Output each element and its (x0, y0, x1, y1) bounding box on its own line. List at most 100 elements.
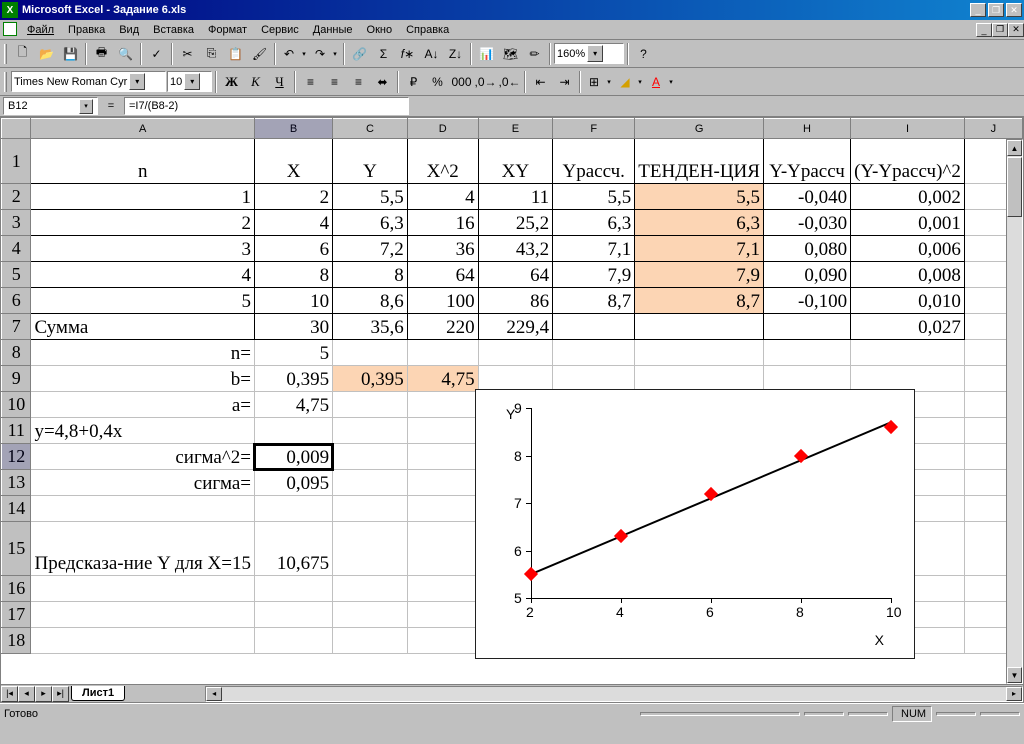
cell[interactable]: X^2 (407, 139, 478, 184)
cell[interactable] (333, 628, 408, 654)
embedded-chart[interactable]: Y X 24681056789 (475, 389, 915, 659)
paste-button[interactable]: 📋 (224, 43, 247, 65)
sort-desc-button[interactable]: Z↓ (444, 43, 467, 65)
cell[interactable]: y=4,8+0,4x (31, 418, 255, 444)
print-preview-button[interactable]: 🔍 (114, 43, 137, 65)
chart-wizard-button[interactable]: 📊 (475, 43, 498, 65)
cell[interactable]: 5,5 (635, 184, 764, 210)
cell[interactable]: X (254, 139, 332, 184)
row-header[interactable]: 2 (2, 184, 31, 210)
cell[interactable]: 7,2 (333, 236, 408, 262)
map-button[interactable]: 🗺 (499, 43, 522, 65)
redo-button[interactable]: ↷ (310, 43, 330, 65)
column-header[interactable]: C (333, 119, 408, 139)
cell[interactable] (407, 522, 478, 576)
underline-button[interactable]: Ч (268, 71, 291, 93)
cell[interactable]: 5,5 (553, 184, 635, 210)
toolbar-grip[interactable] (4, 72, 7, 92)
cell[interactable] (763, 340, 850, 366)
maximize-button[interactable]: ❐ (988, 3, 1004, 17)
cell[interactable]: 2 (31, 210, 255, 236)
cell[interactable] (407, 418, 478, 444)
decrease-indent-button[interactable]: ⇤ (529, 71, 552, 93)
tab-nav-prev[interactable]: ◂ (18, 686, 35, 702)
row-header[interactable]: 4 (2, 236, 31, 262)
cell[interactable]: 5,5 (333, 184, 408, 210)
row-header[interactable]: 16 (2, 576, 31, 602)
menu-help[interactable]: Справка (399, 22, 456, 38)
cell[interactable] (851, 340, 965, 366)
formula-equals[interactable]: = (101, 100, 121, 112)
cell[interactable]: сигма^2= (31, 444, 255, 470)
chevron-down-icon[interactable]: ▾ (129, 73, 145, 90)
increase-indent-button[interactable]: ⇥ (553, 71, 576, 93)
menu-window[interactable]: Окно (360, 22, 400, 38)
column-header[interactable]: D (407, 119, 478, 139)
new-button[interactable]: 🗋 (11, 43, 34, 65)
cell[interactable]: 7,9 (553, 262, 635, 288)
comma-button[interactable]: 000 (450, 71, 473, 93)
menu-format[interactable]: Формат (201, 22, 254, 38)
menu-data[interactable]: Данные (306, 22, 360, 38)
cell[interactable]: 2 (254, 184, 332, 210)
cell[interactable] (407, 576, 478, 602)
decrease-decimal-button[interactable]: ,0← (498, 71, 521, 93)
size-combo[interactable]: 10▾ (167, 71, 212, 92)
column-header[interactable]: E (478, 119, 553, 139)
cell[interactable]: 5 (254, 340, 332, 366)
cell[interactable] (635, 314, 764, 340)
vertical-scrollbar[interactable]: ▲ ▼ (1006, 139, 1023, 684)
cell[interactable] (333, 602, 408, 628)
cell[interactable]: a= (31, 392, 255, 418)
cell[interactable]: 35,6 (333, 314, 408, 340)
column-header[interactable]: F (553, 119, 635, 139)
spellcheck-button[interactable]: ✓ (145, 43, 168, 65)
cell[interactable]: 0,395 (333, 366, 408, 392)
select-all-corner[interactable] (2, 119, 31, 139)
hyperlink-button[interactable]: 🔗 (348, 43, 371, 65)
cell[interactable] (333, 444, 408, 470)
cell[interactable] (407, 340, 478, 366)
cell[interactable]: 0,080 (763, 236, 850, 262)
cell[interactable]: Предсказа-ние Y для X=15 (31, 522, 255, 576)
column-header[interactable]: J (964, 119, 1022, 139)
formula-input[interactable]: =I7/(B8-2) (124, 97, 409, 115)
cell[interactable] (763, 314, 850, 340)
cell[interactable]: n (31, 139, 255, 184)
cell[interactable]: 8 (254, 262, 332, 288)
cell[interactable]: 10,675 (254, 522, 332, 576)
bold-button[interactable]: Ж (220, 71, 243, 93)
cell[interactable]: 6,3 (635, 210, 764, 236)
column-header[interactable]: B (254, 119, 332, 139)
align-right-button[interactable]: ≡ (347, 71, 370, 93)
cell[interactable]: 30 (254, 314, 332, 340)
cell[interactable]: -0,030 (763, 210, 850, 236)
align-left-button[interactable]: ≡ (299, 71, 322, 93)
cell[interactable] (333, 496, 408, 522)
cell[interactable] (333, 392, 408, 418)
column-header[interactable]: H (763, 119, 850, 139)
align-center-button[interactable]: ≡ (323, 71, 346, 93)
copy-button[interactable]: ⎘ (200, 43, 223, 65)
cell[interactable]: 220 (407, 314, 478, 340)
cell[interactable]: ТЕНДЕН-ЦИЯ (635, 139, 764, 184)
cell[interactable] (478, 366, 553, 392)
cell[interactable]: Y (333, 139, 408, 184)
column-header[interactable]: A (31, 119, 255, 139)
open-button[interactable]: 📂 (35, 43, 58, 65)
cell[interactable]: 10 (254, 288, 332, 314)
cell[interactable] (635, 340, 764, 366)
borders-button[interactable]: ⊞ (584, 71, 604, 93)
cell[interactable]: 8,6 (333, 288, 408, 314)
increase-decimal-button[interactable]: ,0→ (474, 71, 497, 93)
cell[interactable] (254, 496, 332, 522)
cut-button[interactable]: ✂ (176, 43, 199, 65)
scroll-thumb[interactable] (1007, 157, 1022, 217)
cell[interactable] (31, 602, 255, 628)
cell[interactable] (407, 496, 478, 522)
row-header[interactable]: 10 (2, 392, 31, 418)
chevron-down-icon[interactable]: ▾ (587, 45, 603, 62)
fill-color-dropdown[interactable]: ▾ (635, 71, 645, 93)
name-box[interactable]: B12▾ (3, 97, 98, 115)
menu-view[interactable]: Вид (112, 22, 146, 38)
